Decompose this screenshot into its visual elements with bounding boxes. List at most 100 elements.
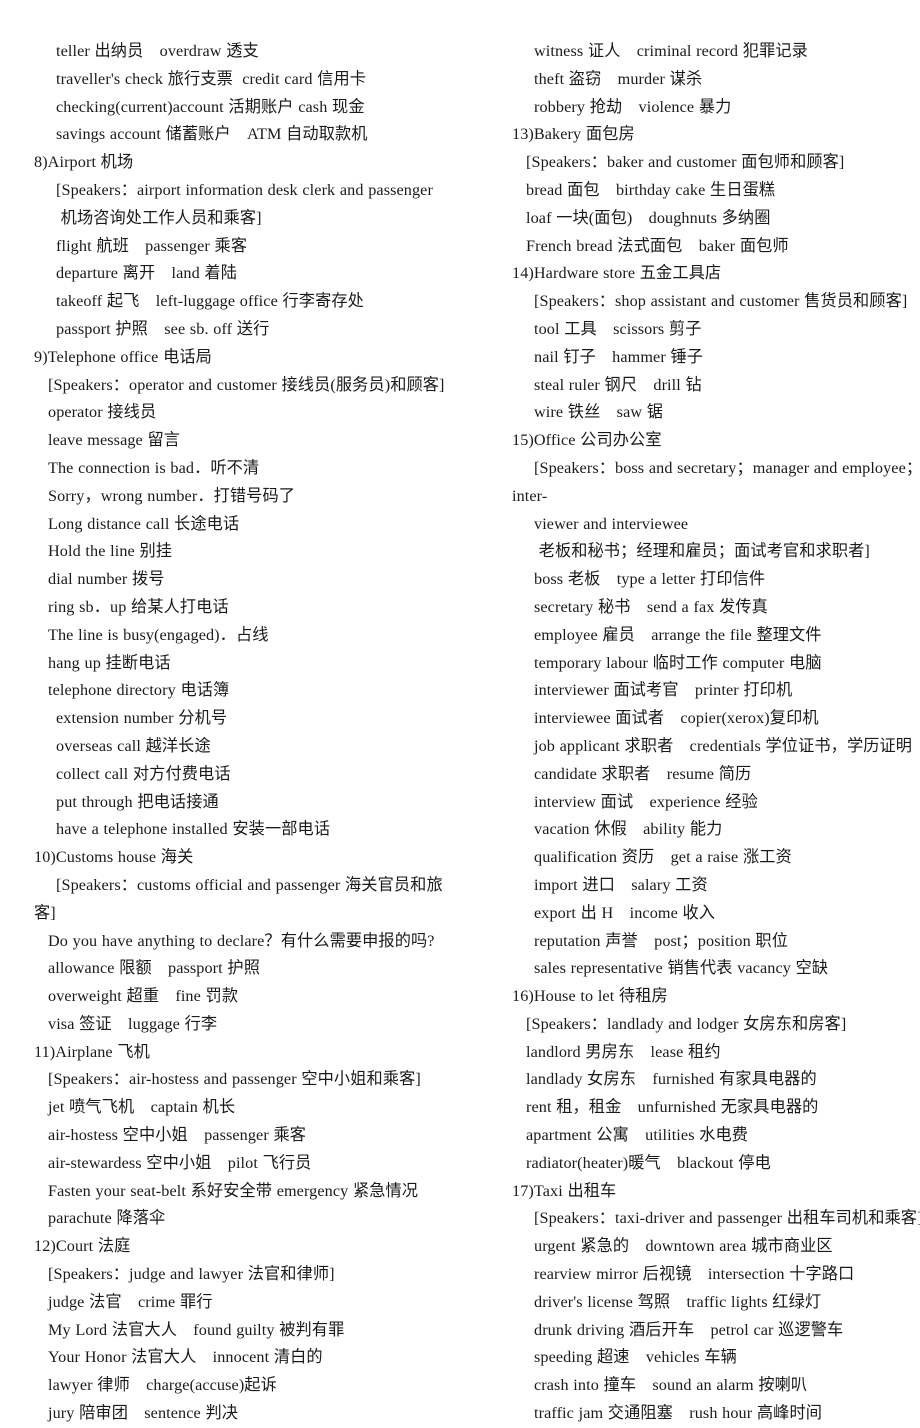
text-line: speeding 超速 vehicles 车辆 xyxy=(534,1348,737,1367)
text-line: job applicant 求职者 credentials 学位证书，学历证明 xyxy=(534,736,913,755)
text-line: tool 工具 scissors 剪子 xyxy=(534,319,702,338)
text-line: landlady 女房东 furnished 有家具电器的 xyxy=(526,1070,817,1089)
text-line: telephone directory 电话簿 xyxy=(48,681,230,700)
text-line: The line is busy(engaged)．占线 xyxy=(48,625,269,644)
text-line: 13)Bakery 面包房 xyxy=(512,125,635,144)
text-line: French bread 法式面包 baker 面包师 xyxy=(526,236,789,255)
left-column: teller 出纳员 overdraw 透支 traveller's check … xyxy=(18,38,484,1428)
text-line: [Speakers：operator and customer 接线员(服务员)… xyxy=(48,375,445,394)
text-line: overweight 超重 fine 罚款 xyxy=(48,987,239,1006)
text-line: jury 陪审团 sentence 判决 xyxy=(48,1404,239,1423)
text-line: Hold the line 别挂 xyxy=(48,542,173,561)
text-line: Sorry，wrong number．打错号码了 xyxy=(48,486,296,505)
text-line: rearview mirror 后视镜 intersection 十字路口 xyxy=(534,1265,855,1284)
text-line: visa 签证 luggage 行李 xyxy=(48,1014,218,1033)
text-line: theft 盗窃 murder 谋杀 xyxy=(534,69,703,88)
text-line: [Speakers：airport information desk clerk… xyxy=(56,180,433,199)
text-line: 客] xyxy=(34,903,56,922)
text-line: secretary 秘书 send a fax 发传真 xyxy=(534,597,768,616)
text-line: loaf 一块(面包) doughnuts 多纳圈 xyxy=(526,208,771,227)
text-line: boss 老板 type a letter 打印信件 xyxy=(534,570,766,589)
text-line: [Speakers：baker and customer 面包师和顾客] xyxy=(526,153,845,172)
text-line: export 出 H income 收入 xyxy=(534,903,716,922)
text-line: judge 法官 crime 罪行 xyxy=(48,1292,213,1311)
text-line: takeoff 起飞 left-luggage office 行李寄存处 xyxy=(56,292,364,311)
text-line: crash into 撞车 sound an alarm 按喇叭 xyxy=(534,1376,808,1395)
text-line: The connection is bad．听不清 xyxy=(48,458,260,477)
text-line: 17)Taxi 出租车 xyxy=(512,1181,617,1200)
text-line: allowance 限额 passport 护照 xyxy=(48,959,260,978)
text-line: inter- xyxy=(512,486,548,505)
text-line: 8)Airport 机场 xyxy=(34,153,134,172)
text-line: 机场咨询处工作人员和乘客] xyxy=(56,208,262,227)
text-line: Your Honor 法官大人 innocent 清白的 xyxy=(48,1348,323,1367)
text-line: operator 接线员 xyxy=(48,403,157,422)
text-line: interview 面试 experience 经验 xyxy=(534,792,758,811)
text-line: ring sb．up 给某人打电话 xyxy=(48,597,229,616)
text-line: traffic jam 交通阻塞 rush hour 高峰时间 xyxy=(534,1404,823,1423)
text-line: 10)Customs house 海关 xyxy=(34,848,194,867)
text-line: drunk driving 酒后开车 petrol car 巡逻警车 xyxy=(534,1320,844,1339)
text-line: air-hostess 空中小姐 passenger 乘客 xyxy=(48,1126,307,1145)
text-line: put through 把电话接通 xyxy=(56,792,219,811)
text-line: bread 面包 birthday cake 生日蛋糕 xyxy=(526,180,776,199)
text-line: 9)Telephone office 电话局 xyxy=(34,347,212,366)
text-line: rent 租，租金 unfurnished 无家具电器的 xyxy=(526,1098,819,1117)
text-line: parachute 降落伞 xyxy=(48,1209,166,1228)
text-line: qualification 资历 get a raise 涨工资 xyxy=(534,848,792,867)
text-line: savings account 储蓄账户 ATM 自动取款机 xyxy=(56,125,368,144)
text-line: [Speakers：boss and secretary；manager and… xyxy=(534,458,920,477)
text-line: [Speakers：taxi-driver and passenger 出租车司… xyxy=(534,1209,920,1228)
text-line: landlord 男房东 lease 租约 xyxy=(526,1042,721,1061)
text-line: nail 钉子 hammer 锤子 xyxy=(534,347,704,366)
text-line: driver's license 驾照 traffic lights 红绿灯 xyxy=(534,1292,822,1311)
text-line: employee 雇员 arrange the file 整理文件 xyxy=(534,625,822,644)
text-line: apartment 公寓 utilities 水电费 xyxy=(526,1126,749,1145)
text-line: Fasten your seat-belt 系好安全带 emergency 紧急… xyxy=(48,1181,419,1200)
text-line: [Speakers：judge and lawyer 法官和律师] xyxy=(48,1265,335,1284)
text-line: leave message 留言 xyxy=(48,431,181,450)
text-line: Do you have anything to declare？有什么需要申报的… xyxy=(48,931,435,950)
text-line: reputation 声誉 post；position 职位 xyxy=(534,931,788,950)
text-line: have a telephone installed 安装一部电话 xyxy=(56,820,331,839)
text-line: temporary labour 临时工作 computer 电脑 xyxy=(534,653,822,672)
text-line: urgent 紧急的 downtown area 城市商业区 xyxy=(534,1237,833,1256)
text-line: 老板和秘书；经理和雇员；面试考官和求职者] xyxy=(534,542,870,561)
text-line: wire 铁丝 saw 锯 xyxy=(534,403,664,422)
text-line: [Speakers：air-hostess and passenger 空中小姐… xyxy=(48,1070,421,1089)
text-line: robbery 抢劫 violence 暴力 xyxy=(534,97,732,116)
text-line: [Speakers：customs official and passenger… xyxy=(56,875,443,894)
text-line: teller 出纳员 overdraw 透支 xyxy=(56,42,259,60)
text-line: radiator(heater)暖气 blackout 停电 xyxy=(526,1153,771,1172)
text-line: collect call 对方付费电话 xyxy=(56,764,231,783)
text-line: hang up 挂断电话 xyxy=(48,653,171,672)
text-line: 11)Airplane 飞机 xyxy=(34,1042,150,1061)
text-line: viewer and interviewee xyxy=(534,514,689,533)
text-line: air-stewardess 空中小姐 pilot 飞行员 xyxy=(48,1153,312,1172)
text-line: passport 护照 see sb. off 送行 xyxy=(56,319,270,338)
text-line: [Speakers：shop assistant and customer 售货… xyxy=(534,292,908,311)
text-line: witness 证人 criminal record 犯罪记录 xyxy=(534,42,808,60)
text-line: dial number 拨号 xyxy=(48,570,165,589)
text-line: [Speakers：landlady and lodger 女房东和房客] xyxy=(526,1014,847,1033)
text-line: checking(current)account 活期账户 cash 现金 xyxy=(56,97,365,116)
text-line: My Lord 法官大人 found guilty 被判有罪 xyxy=(48,1320,345,1339)
text-line: vacation 休假 ability 能力 xyxy=(534,820,723,839)
text-line: extension number 分机号 xyxy=(56,709,228,728)
text-line: flight 航班 passenger 乘客 xyxy=(56,236,248,255)
text-line: Long distance call 长途电话 xyxy=(48,514,240,533)
text-line: candidate 求职者 resume 简历 xyxy=(534,764,752,783)
text-line: overseas call 越洋长途 xyxy=(56,736,211,755)
text-line: traveller's check 旅行支票 credit card 信用卡 xyxy=(56,69,367,88)
text-line: 15)Office 公司办公室 xyxy=(512,431,662,450)
text-line: steal ruler 钢尺 drill 钻 xyxy=(534,375,702,394)
text-line: departure 离开 land 着陆 xyxy=(56,264,238,283)
two-column-layout: teller 出纳员 overdraw 透支 traveller's check … xyxy=(18,38,920,1428)
right-column: witness 证人 criminal record 犯罪记录 theft 盗窃 … xyxy=(484,38,920,1428)
text-line: 16)House to let 待租房 xyxy=(512,987,668,1006)
text-line: 14)Hardware store 五金工具店 xyxy=(512,264,722,283)
text-line: sales representative 销售代表 vacancy 空缺 xyxy=(534,959,829,978)
text-line: 12)Court 法庭 xyxy=(34,1237,131,1256)
text-line: interviewee 面试者 copier(xerox)复印机 xyxy=(534,709,819,728)
text-line: import 进口 salary 工资 xyxy=(534,875,708,894)
